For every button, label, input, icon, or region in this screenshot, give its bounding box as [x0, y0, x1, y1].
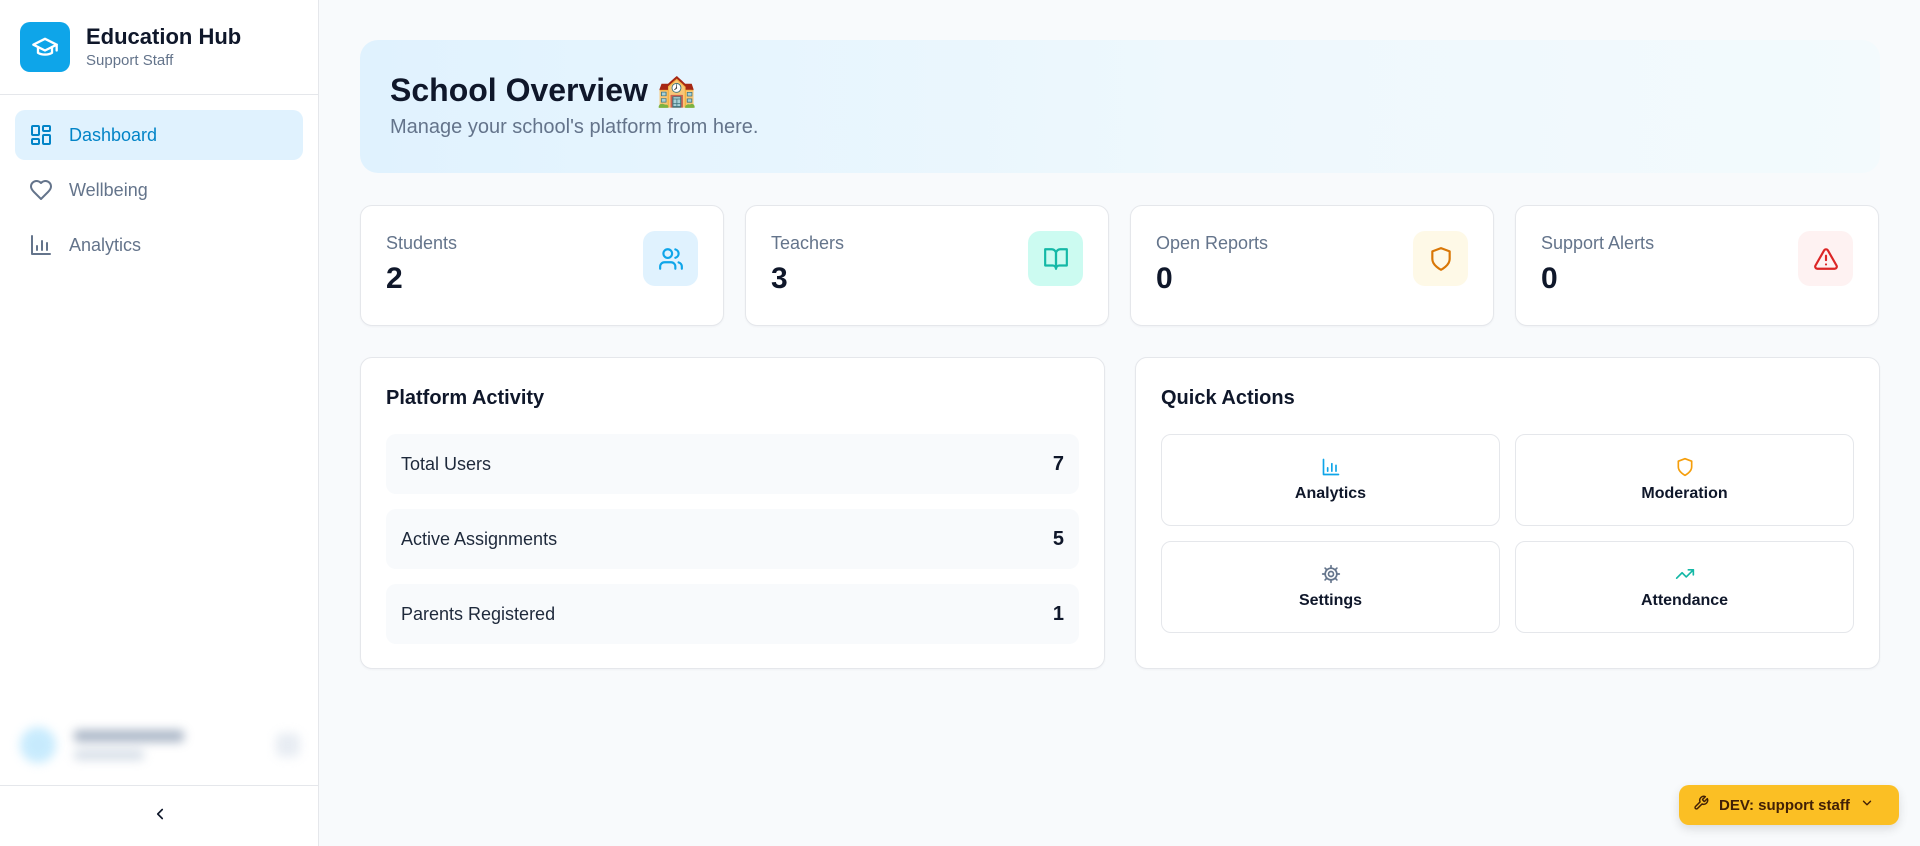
activity-value: 1: [1052, 602, 1064, 625]
list-item: Parents Registered 1: [386, 584, 1079, 644]
graduation-cap-icon: [20, 22, 70, 72]
stat-card-support-alerts: Support Alerts 0: [1515, 205, 1879, 326]
quick-actions-panel: Quick Actions Analytics Moderation Setti…: [1135, 357, 1880, 669]
attendance-button[interactable]: Attendance: [1515, 541, 1854, 633]
platform-activity-panel: Platform Activity Total Users 7 Active A…: [360, 357, 1105, 669]
wrench-icon: [1693, 795, 1709, 815]
users-icon: [643, 231, 698, 286]
trending-up-icon: [1675, 564, 1695, 584]
quick-action-label: Analytics: [1294, 485, 1367, 502]
alert-triangle-icon: [1798, 231, 1853, 286]
bar-chart-icon: [1321, 457, 1341, 477]
stat-card-open-reports: Open Reports 0: [1130, 205, 1494, 326]
activity-value: 7: [1052, 452, 1064, 475]
layout-dashboard-icon: [29, 123, 53, 147]
sidebar-item-label: Wellbeing: [69, 179, 148, 200]
dev-badge-label: DEV: support staff: [1719, 796, 1850, 814]
logout-icon[interactable]: [276, 733, 300, 757]
brand-subtitle: Support Staff: [86, 52, 174, 69]
activity-list: Total Users 7 Active Assignments 5 Paren…: [386, 434, 1079, 644]
activity-label: Total Users: [401, 453, 492, 474]
sidebar-nav: Dashboard Wellbeing Analytics: [0, 95, 318, 290]
panel-title: Quick Actions: [1161, 387, 1295, 409]
moderation-button[interactable]: Moderation: [1515, 434, 1854, 526]
gear-icon: [1321, 564, 1341, 584]
shield-icon: [1413, 231, 1468, 286]
brand-title: Education Hub: [86, 24, 242, 49]
sidebar-item-label: Analytics: [69, 234, 142, 255]
sidebar-item-analytics[interactable]: Analytics: [15, 220, 303, 270]
book-open-icon: [1028, 231, 1083, 286]
heart-icon: [29, 178, 53, 202]
sidebar: Education Hub Support Staff Dashboard We…: [0, 0, 319, 846]
quick-actions-grid: Analytics Moderation Settings Attendance: [1161, 434, 1854, 633]
sidebar-item-label: Dashboard: [69, 124, 158, 145]
panel-title: Platform Activity: [386, 387, 545, 409]
avatar: [20, 727, 56, 763]
brand-header: Education Hub Support Staff: [0, 0, 318, 95]
quick-action-label: Moderation: [1641, 485, 1728, 502]
collapse-sidebar-button[interactable]: [0, 785, 319, 846]
page-title: School Overview 🏫: [390, 72, 697, 108]
user-profile[interactable]: [20, 715, 300, 775]
activity-label: Active Assignments: [401, 528, 558, 549]
activity-value: 5: [1052, 527, 1064, 550]
list-item: Active Assignments 5: [386, 509, 1079, 569]
quick-action-label: Settings: [1298, 592, 1363, 609]
shield-icon: [1675, 457, 1695, 477]
sidebar-item-wellbeing[interactable]: Wellbeing: [15, 165, 303, 215]
bar-chart-icon: [29, 233, 53, 257]
stat-card-students: Students 2: [360, 205, 724, 326]
dev-role-switcher[interactable]: DEV: support staff: [1679, 785, 1899, 825]
chevron-left-icon: [151, 805, 169, 828]
sidebar-item-dashboard[interactable]: Dashboard: [15, 110, 303, 160]
hero-banner: School Overview 🏫 Manage your school's p…: [360, 40, 1880, 173]
list-item: Total Users 7: [386, 434, 1079, 494]
chevron-down-icon: [1860, 796, 1874, 814]
analytics-button[interactable]: Analytics: [1161, 434, 1500, 526]
page-subtitle: Manage your school's platform from here.: [390, 116, 759, 138]
settings-button[interactable]: Settings: [1161, 541, 1500, 633]
stat-card-teachers: Teachers 3: [745, 205, 1109, 326]
activity-label: Parents Registered: [401, 603, 556, 624]
quick-action-label: Attendance: [1640, 592, 1729, 609]
